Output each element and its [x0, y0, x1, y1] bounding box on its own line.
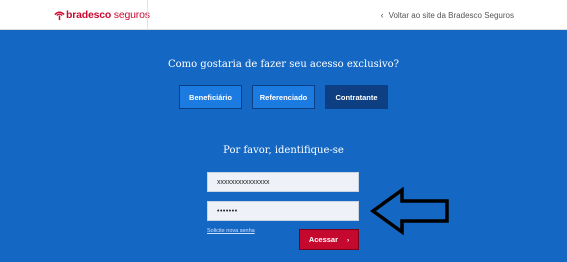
role-button-beneficiario[interactable]: Beneficiário	[179, 85, 242, 109]
access-question: Como gostaria de fazer seu acesso exclus…	[167, 59, 400, 70]
role-button-referenciado[interactable]: Referenciado	[252, 85, 315, 109]
bradesco-seguros-logo[interactable]: bradesco seguros	[54, 9, 150, 21]
back-link-label: Voltar ao site da Bradesco Seguros	[388, 10, 514, 20]
login-panel: Como gostaria de fazer seu acesso exclus…	[0, 30, 567, 262]
chevron-left-icon: ‹	[380, 10, 384, 20]
identify-prompt: Por favor, identifique-se	[223, 145, 344, 156]
back-to-site-link[interactable]: ‹ Voltar ao site da Bradesco Seguros	[381, 10, 514, 20]
role-button-contratante[interactable]: Contratante	[325, 85, 388, 109]
chevron-right-icon: ›	[347, 237, 350, 244]
logo-text-bold: bradesco	[66, 9, 112, 21]
logo-text-light: seguros	[111, 9, 150, 21]
bradesco-tree-icon	[54, 11, 65, 20]
top-bar: bradesco seguros ‹ Voltar ao site da Bra…	[0, 0, 567, 30]
header-divider	[147, 0, 148, 30]
submit-button[interactable]: Acessar ›	[299, 229, 359, 250]
user-id-input[interactable]	[207, 172, 359, 192]
password-input[interactable]	[207, 201, 359, 221]
arrow-left-outline-icon	[370, 186, 449, 236]
forgot-password-link[interactable]: Solicite nova senha	[207, 228, 255, 234]
submit-label: Acessar	[308, 235, 339, 244]
